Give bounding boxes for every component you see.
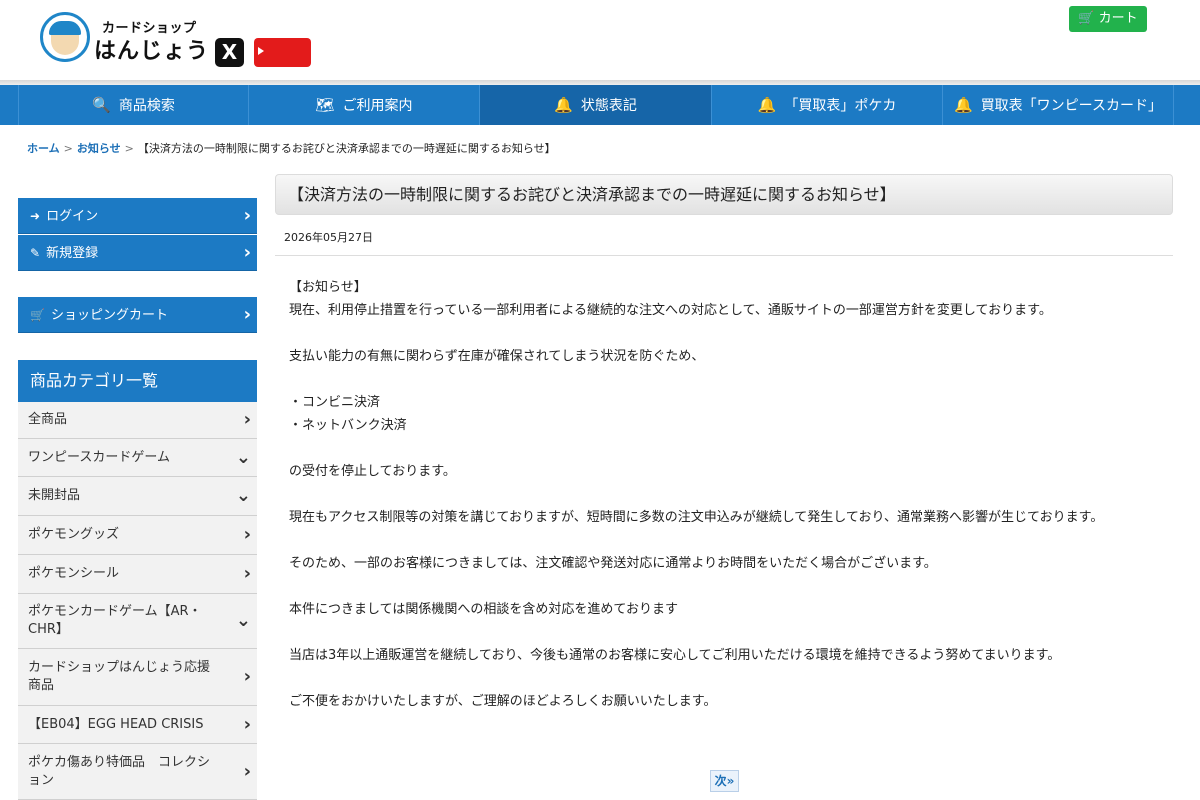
article-date: 2026年05月27日: [284, 231, 373, 244]
map-icon: 🗺: [315, 96, 335, 114]
article-paragraph: 当店は3年以上通販運営を継続しており、今後も通常のお客様に安心してご利用いただけ…: [289, 648, 1061, 663]
category-label: ポケモンシール: [28, 566, 120, 581]
main-nav: 🔍 商品検索 🗺 ご利用案内 🔔 状態表記 🔔 「買取表」ポケカ 🔔 買取表「ワ…: [0, 85, 1200, 125]
category-label: 未開封品: [28, 488, 81, 503]
breadcrumb: ホーム > お知らせ > 【決済方法の一時制限に関するお詫びと決済承認までの一時遅延に関…: [27, 140, 556, 156]
breadcrumb-current: 【決済方法の一時制限に関するお詫びと決済承認までの一時遅延に関するお知らせ】: [137, 142, 556, 155]
article-paragraph: の受付を停止しております。: [289, 464, 456, 479]
shopping-cart-label: ショッピングカート: [50, 308, 168, 323]
nav-label: ご利用案内: [342, 98, 413, 114]
category-header: 商品カテゴリ一覧: [18, 360, 257, 402]
article-body: 【お知らせ】 現在、利用停止措置を行っている一部利用者による継続的な注文への対応…: [289, 276, 1161, 713]
chevron-down-icon: ⌄: [235, 485, 251, 506]
nav-item-guide[interactable]: 🗺 ご利用案内: [249, 85, 480, 125]
bell-icon: 🔔: [954, 96, 973, 114]
nav-label: 買取表「ワンピースカード」: [980, 98, 1162, 114]
category-item[interactable]: ポケカ傷あり特価品 コレクション ›: [18, 744, 257, 800]
category-item[interactable]: ワンピースカードゲーム ⌄: [18, 439, 257, 477]
category-label: ポケカ傷あり特価品 コレクション: [28, 754, 211, 788]
bell-icon: 🔔: [554, 96, 573, 114]
cart-icon: 🛒: [1078, 11, 1095, 26]
register-label: 新規登録: [46, 246, 99, 261]
category-item[interactable]: ポケモングッズ ›: [18, 516, 257, 555]
chevron-right-icon: ›: [243, 666, 251, 687]
breadcrumb-separator: >: [63, 142, 73, 155]
category-label: ポケモングッズ: [28, 527, 120, 542]
article-paragraph: ご不便をおかけいたしますが、ご理解のほどよろしくお願いいたします。: [289, 694, 717, 709]
nav-item-pokeka-buylist[interactable]: 🔔 「買取表」ポケカ: [712, 85, 943, 125]
nav-label: 「買取表」ポケカ: [784, 98, 897, 114]
login-icon: ➜: [30, 209, 41, 223]
article-paragraph: 本件につきましては関係機関への相談を含め対応を進めております: [289, 602, 678, 617]
article-paragraph: 支払い能力の有無に関わらず在庫が確保されてしまう状況を防ぐため、: [289, 349, 705, 364]
nav-item-onepiece-buylist[interactable]: 🔔 買取表「ワンピースカード」: [943, 85, 1174, 125]
breadcrumb-separator: >: [124, 142, 134, 155]
site-header: カードショップ はんじょう X YouTube 🛒 カート: [0, 0, 1200, 87]
category-item[interactable]: 未開封品 ⌄: [18, 477, 257, 516]
category-label: カードショップはんじょう応援商品: [28, 660, 211, 693]
chevron-right-icon: ›: [243, 409, 251, 430]
content-divider: [275, 255, 1173, 256]
article-paragraph: ・ネットバンク決済: [289, 418, 407, 433]
category-label: ワンピースカードゲーム: [28, 449, 170, 465]
category-item[interactable]: ポケモンシール ›: [18, 555, 257, 594]
nav-item-condition[interactable]: 🔔 状態表記: [480, 85, 712, 125]
article-paragraph: そのため、一部のお客様につきましては、注文確認や発送対応に通常よりお時間をいただ…: [289, 556, 937, 571]
nav-item-search[interactable]: 🔍 商品検索: [18, 85, 249, 125]
shopping-cart-button[interactable]: 🛒 ショッピングカート ›: [18, 297, 257, 333]
youtube-icon[interactable]: YouTube: [254, 38, 311, 87]
register-button[interactable]: ✎ 新規登録 ›: [18, 235, 257, 271]
chevron-right-icon: ›: [243, 563, 251, 584]
chevron-down-icon: ⌄: [235, 610, 251, 631]
login-button[interactable]: ➜ ログイン ›: [18, 198, 257, 234]
nav-label: 商品検索: [118, 98, 175, 114]
breadcrumb-home[interactable]: ホーム: [27, 142, 60, 155]
article-paragraph: 【お知らせ】: [289, 280, 367, 295]
x-twitter-icon[interactable]: X: [215, 38, 244, 67]
category-item[interactable]: カードショップはんじょう応援商品 ›: [18, 649, 257, 706]
chevron-right-icon: ›: [243, 524, 251, 545]
chevron-right-icon: ›: [243, 304, 251, 325]
login-label: ログイン: [46, 209, 99, 224]
chevron-right-icon: ›: [243, 242, 251, 263]
category-list: 全商品 › ワンピースカードゲーム ⌄ 未開封品 ⌄ ポケモングッズ › ポケモ…: [18, 402, 257, 800]
chevron-right-icon: ›: [243, 713, 251, 735]
shop-logo-icon[interactable]: [40, 12, 90, 62]
category-label: 【EB04】EGG HEAD CRISIS: [28, 716, 204, 732]
breadcrumb-news[interactable]: お知らせ: [77, 142, 121, 155]
chevron-right-icon: ›: [243, 760, 251, 782]
chevron-down-icon: ⌄: [235, 446, 251, 468]
search-icon: 🔍: [92, 96, 111, 114]
article-paragraph: 現在、利用停止措置を行っている一部利用者による継続的な注文への対応として、通販サ…: [289, 303, 1052, 318]
article-paragraph: 現在もアクセス制限等の対策を講じておりますが、短時間に多数の注文申込みが継続して…: [289, 510, 1104, 525]
header-cart-label: カート: [1098, 11, 1138, 26]
article-title: 【決済方法の一時制限に関するお詫びと決済承認までの一時遅延に関するお知らせ】: [275, 174, 1173, 215]
header-cart-button[interactable]: 🛒 カート: [1069, 6, 1147, 32]
pencil-icon: ✎: [30, 246, 41, 260]
category-item[interactable]: 【EB04】EGG HEAD CRISIS ›: [18, 706, 257, 744]
category-item[interactable]: 全商品 ›: [18, 402, 257, 439]
next-page-button[interactable]: 次»: [710, 770, 739, 792]
category-label: 全商品: [28, 412, 68, 427]
chevron-right-icon: ›: [243, 205, 251, 226]
category-label: ポケモンカードゲーム【AR・CHR】: [28, 604, 202, 637]
nav-label: 状態表記: [580, 98, 637, 114]
category-item[interactable]: ポケモンカードゲーム【AR・CHR】 ⌄: [18, 594, 257, 649]
logo-title[interactable]: はんじょう: [94, 33, 209, 65]
bell-icon: 🔔: [757, 96, 777, 114]
cart-icon: 🛒: [30, 308, 45, 322]
article-paragraph: ・コンビニ決済: [289, 395, 381, 410]
